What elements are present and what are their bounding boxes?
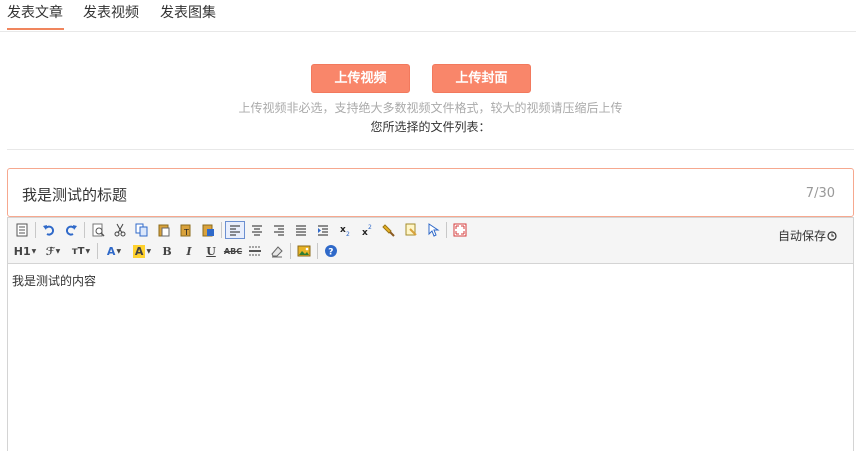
subscript-icon[interactable]: x2 <box>335 221 355 239</box>
chevron-down-icon: ▼ <box>116 247 122 255</box>
help-icon[interactable]: ? <box>321 242 341 260</box>
undo-icon[interactable] <box>39 221 59 239</box>
toolbar-divider <box>97 243 98 259</box>
align-left-icon[interactable] <box>225 221 245 239</box>
rich-text-editor: T x2 x2 H1 ▼ ℱ ▼ тT ▼ A ▼ A ▼ B I U ABC … <box>7 217 854 452</box>
chevron-down-icon: ▼ <box>85 247 91 255</box>
select-cursor-icon[interactable] <box>423 221 443 239</box>
toolbar-row-1: T x2 x2 <box>12 220 472 240</box>
paste-word-icon[interactable] <box>198 221 218 239</box>
tab-publish-article[interactable]: 发表文章 <box>7 4 63 22</box>
fullscreen-icon[interactable] <box>450 221 470 239</box>
toolbar-divider <box>290 243 291 259</box>
align-right-icon[interactable] <box>269 221 289 239</box>
superscript-icon[interactable]: x2 <box>357 221 377 239</box>
copy-icon[interactable] <box>132 221 152 239</box>
strikethrough-button[interactable]: ABC <box>223 242 243 260</box>
title-field[interactable]: 我是测试的标题 7/30 <box>7 168 854 217</box>
background-color-label: A <box>132 244 146 258</box>
editor-toolbar: T x2 x2 H1 ▼ ℱ ▼ тT ▼ A ▼ A ▼ B I U ABC … <box>8 218 853 264</box>
toolbar-divider <box>35 222 36 238</box>
tab-bar: 发表文章 发表视频 发表图集 <box>0 0 856 32</box>
chevron-down-icon: ▼ <box>31 247 37 255</box>
underline-button[interactable]: U <box>201 242 221 260</box>
font-color-label: A <box>106 244 116 258</box>
align-justify-icon[interactable] <box>291 221 311 239</box>
font-size-label: тT <box>71 245 85 257</box>
eraser-icon[interactable] <box>267 242 287 260</box>
format-painter-icon[interactable] <box>379 221 399 239</box>
font-family-dropdown[interactable]: ℱ ▼ <box>40 242 66 260</box>
upload-hint-text: 上传视频非必选，支持绝大多数视频文件格式，较大的视频请压缩后上传 <box>238 101 623 115</box>
font-size-dropdown[interactable]: тT ▼ <box>68 242 94 260</box>
upload-video-button[interactable]: 上传视频 <box>311 64 410 93</box>
autosave-label: 自动保存 <box>777 229 826 243</box>
tab-publish-video[interactable]: 发表视频 <box>83 4 139 22</box>
svg-text:?: ? <box>328 248 333 258</box>
active-tab-indicator <box>7 28 64 30</box>
source-code-icon[interactable] <box>12 221 32 239</box>
file-list-label: 您所选择的文件列表： <box>370 120 491 134</box>
chevron-down-icon: ▼ <box>146 247 152 255</box>
clear-format-icon[interactable] <box>401 221 421 239</box>
paste-text-icon[interactable]: T <box>176 221 196 239</box>
bold-button[interactable]: B <box>157 242 177 260</box>
editor-content-area[interactable]: 我是测试的内容 <box>8 264 853 452</box>
font-color-dropdown[interactable]: A ▼ <box>101 242 127 260</box>
background-color-dropdown[interactable]: A ▼ <box>129 242 155 260</box>
autosave-toggle[interactable]: 自动保存 <box>778 227 837 244</box>
toolbar-row-2: H1 ▼ ℱ ▼ тT ▼ A ▼ A ▼ B I U ABC ? <box>12 241 343 261</box>
preview-icon[interactable] <box>88 221 108 239</box>
redo-icon[interactable] <box>61 221 81 239</box>
tab-publish-gallery[interactable]: 发表图集 <box>160 4 216 22</box>
paste-icon[interactable] <box>154 221 174 239</box>
insert-image-icon[interactable] <box>294 242 314 260</box>
toolbar-divider <box>446 222 447 238</box>
toolbar-divider <box>317 243 318 259</box>
svg-text:2: 2 <box>346 231 350 237</box>
font-family-label: ℱ <box>45 244 55 258</box>
svg-text:2: 2 <box>368 224 372 231</box>
indent-icon[interactable] <box>313 221 333 239</box>
editor-content-text[interactable]: 我是测试的内容 <box>12 272 96 289</box>
clock-icon <box>827 231 837 241</box>
italic-button[interactable]: I <box>179 242 199 260</box>
heading-dropdown[interactable]: H1 ▼ <box>12 242 38 260</box>
upload-cover-button[interactable]: 上传封面 <box>432 64 531 93</box>
heading-label: H1 <box>13 244 31 258</box>
chevron-down-icon: ▼ <box>55 247 61 255</box>
title-input-value[interactable]: 我是测试的标题 <box>22 184 127 205</box>
align-center-icon[interactable] <box>247 221 267 239</box>
toolbar-divider <box>84 222 85 238</box>
cut-icon[interactable] <box>110 221 130 239</box>
svg-text:T: T <box>183 228 189 237</box>
upload-section: 上传视频 上传封面 上传视频非必选，支持绝大多数视频文件格式，较大的视频请压缩后… <box>7 31 854 150</box>
toolbar-divider <box>221 222 222 238</box>
horizontal-rule-icon[interactable] <box>245 242 265 260</box>
title-char-counter: 7/30 <box>805 186 835 201</box>
